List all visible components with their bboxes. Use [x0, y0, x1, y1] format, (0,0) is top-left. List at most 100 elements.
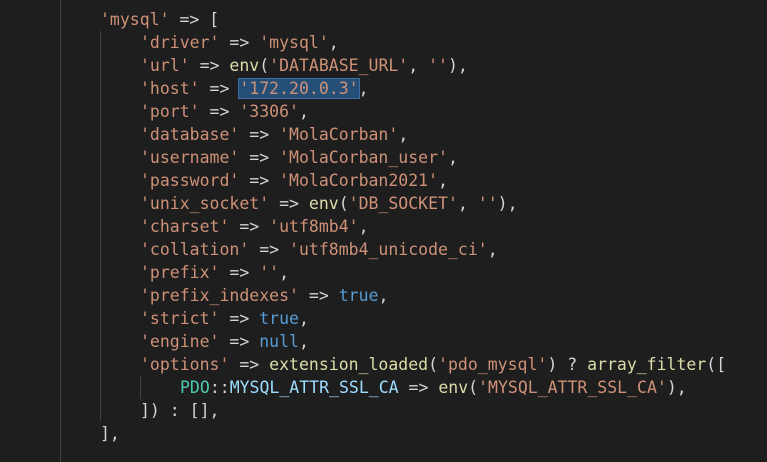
code-token: => — [219, 263, 260, 282]
code-token: , — [358, 79, 369, 98]
code-line[interactable]: 'database' => 'MolaCorban', — [140, 123, 408, 146]
indent-guide — [140, 376, 141, 399]
indent-guide — [60, 0, 61, 462]
code-token: 'prefix' — [140, 263, 220, 282]
code-token: 'url' — [140, 56, 190, 75]
code-line[interactable]: 'username' => 'MolaCorban_user', — [140, 146, 458, 169]
code-token: 'password' — [140, 171, 240, 190]
code-token: , — [328, 33, 339, 52]
code-token: , — [487, 240, 498, 259]
code-token: '' — [428, 56, 448, 75]
code-line[interactable]: 'engine' => null, — [140, 330, 309, 353]
code-token: env — [438, 378, 469, 397]
code-token: ), — [666, 378, 687, 397]
indent-guide — [100, 31, 101, 421]
code-token: PDO — [180, 378, 210, 397]
code-token: 'MolaCorban_user' — [279, 148, 448, 167]
code-line[interactable]: ]) : [], — [140, 399, 219, 422]
code-token: env — [229, 56, 260, 75]
code-line[interactable]: 'password' => 'MolaCorban2021', — [140, 169, 448, 192]
code-token: env — [308, 194, 339, 213]
code-token: true — [259, 309, 299, 328]
code-token: 'utf8mb4_unicode_ci' — [289, 240, 488, 259]
code-token: => — [219, 332, 260, 351]
code-token: null — [259, 332, 299, 351]
code-token: => — [219, 33, 260, 52]
code-token: ) ? — [547, 355, 588, 374]
code-token: 'options' — [140, 355, 230, 374]
code-token: 'unix_socket' — [140, 194, 270, 213]
code-token: => — [229, 217, 270, 236]
code-token: ([ — [706, 355, 727, 374]
code-line[interactable]: 'url' => env('DATABASE_URL', ''), — [140, 54, 468, 77]
code-line[interactable]: 'options' => extension_loaded('pdo_mysql… — [140, 353, 726, 376]
code-token: 'mysql' — [259, 33, 329, 52]
code-token: array_filter — [587, 355, 707, 374]
code-token: ( — [428, 355, 439, 374]
code-line[interactable]: 'charset' => 'utf8mb4', — [140, 215, 369, 238]
code-token: :: — [209, 378, 230, 397]
code-token: , — [457, 194, 478, 213]
code-line[interactable]: 'host' => '172.20.0.3', — [140, 77, 369, 100]
code-token: , — [358, 217, 369, 236]
code-token: '' — [259, 263, 280, 282]
code-token: 'MolaCorban' — [279, 125, 399, 144]
code-token: ( — [338, 194, 349, 213]
code-token: , — [438, 171, 448, 190]
code-token: => — [269, 194, 309, 213]
code-token: => — [219, 309, 260, 328]
code-token: 'utf8mb4' — [269, 217, 359, 236]
selected-token: '172.20.0.3' — [238, 78, 360, 99]
code-line[interactable]: 'driver' => 'mysql', — [140, 31, 339, 54]
code-token: '3306' — [239, 102, 299, 121]
code-line[interactable]: 'port' => '3306', — [140, 100, 309, 123]
code-token: 'username' — [140, 148, 240, 167]
code-token: ( — [468, 378, 479, 397]
code-token: 'collation' — [140, 240, 250, 259]
code-line[interactable]: 'unix_socket' => env('DB_SOCKET', ''), — [140, 192, 518, 215]
code-token: true — [338, 286, 379, 305]
code-token: => — [298, 286, 339, 305]
code-token: , — [408, 56, 429, 75]
code-line[interactable]: 'mysql' => [ — [100, 8, 219, 31]
code-token: , — [298, 309, 309, 328]
code-token: 'DATABASE_URL' — [269, 56, 409, 75]
code-token: ), — [448, 56, 468, 75]
code-token: 'driver' — [140, 33, 220, 52]
code-token: => — [199, 79, 240, 98]
code-token: ( — [259, 56, 270, 75]
code-line[interactable]: 'collation' => 'utf8mb4_unicode_ci', — [140, 238, 498, 261]
code-token: ), — [497, 194, 518, 213]
code-line[interactable]: 'prefix' => '', — [140, 261, 289, 284]
code-line[interactable]: ], — [100, 422, 120, 445]
code-editor[interactable]: 'mysql' => ['driver' => 'mysql','url' =>… — [0, 0, 767, 462]
code-token: 'database' — [140, 125, 240, 144]
code-token: => — [398, 378, 439, 397]
code-token: => — [239, 148, 280, 167]
code-token: 'MYSQL_ATTR_SSL_CA' — [478, 378, 667, 397]
code-token: , — [447, 148, 458, 167]
code-token: 'engine' — [140, 332, 220, 351]
code-token: => — [249, 240, 290, 259]
code-token: 'DB_SOCKET' — [348, 194, 458, 213]
code-token: , — [378, 286, 389, 305]
code-token: extension_loaded — [269, 355, 429, 374]
code-line[interactable]: 'prefix_indexes' => true, — [140, 284, 388, 307]
code-token: , — [298, 102, 309, 121]
code-token: 'mysql' — [100, 10, 170, 29]
code-token: => — [199, 102, 240, 121]
code-token: => [ — [169, 10, 220, 29]
code-token: => — [189, 56, 230, 75]
code-line[interactable]: 'strict' => true, — [140, 307, 309, 330]
code-token: 'port' — [140, 102, 200, 121]
code-token: MYSQL_ATTR_SSL_CA — [229, 378, 399, 397]
code-token: => — [229, 355, 270, 374]
code-token: '' — [477, 194, 498, 213]
code-line[interactable]: PDO::MYSQL_ATTR_SSL_CA => env('MYSQL_ATT… — [180, 376, 687, 399]
code-token: , — [279, 263, 290, 282]
code-token: 'pdo_mysql' — [438, 355, 548, 374]
code-token: 'charset' — [140, 217, 230, 236]
code-token: => — [239, 125, 280, 144]
code-token: ]) : [], — [140, 401, 220, 420]
code-token: 'prefix_indexes' — [140, 286, 299, 305]
